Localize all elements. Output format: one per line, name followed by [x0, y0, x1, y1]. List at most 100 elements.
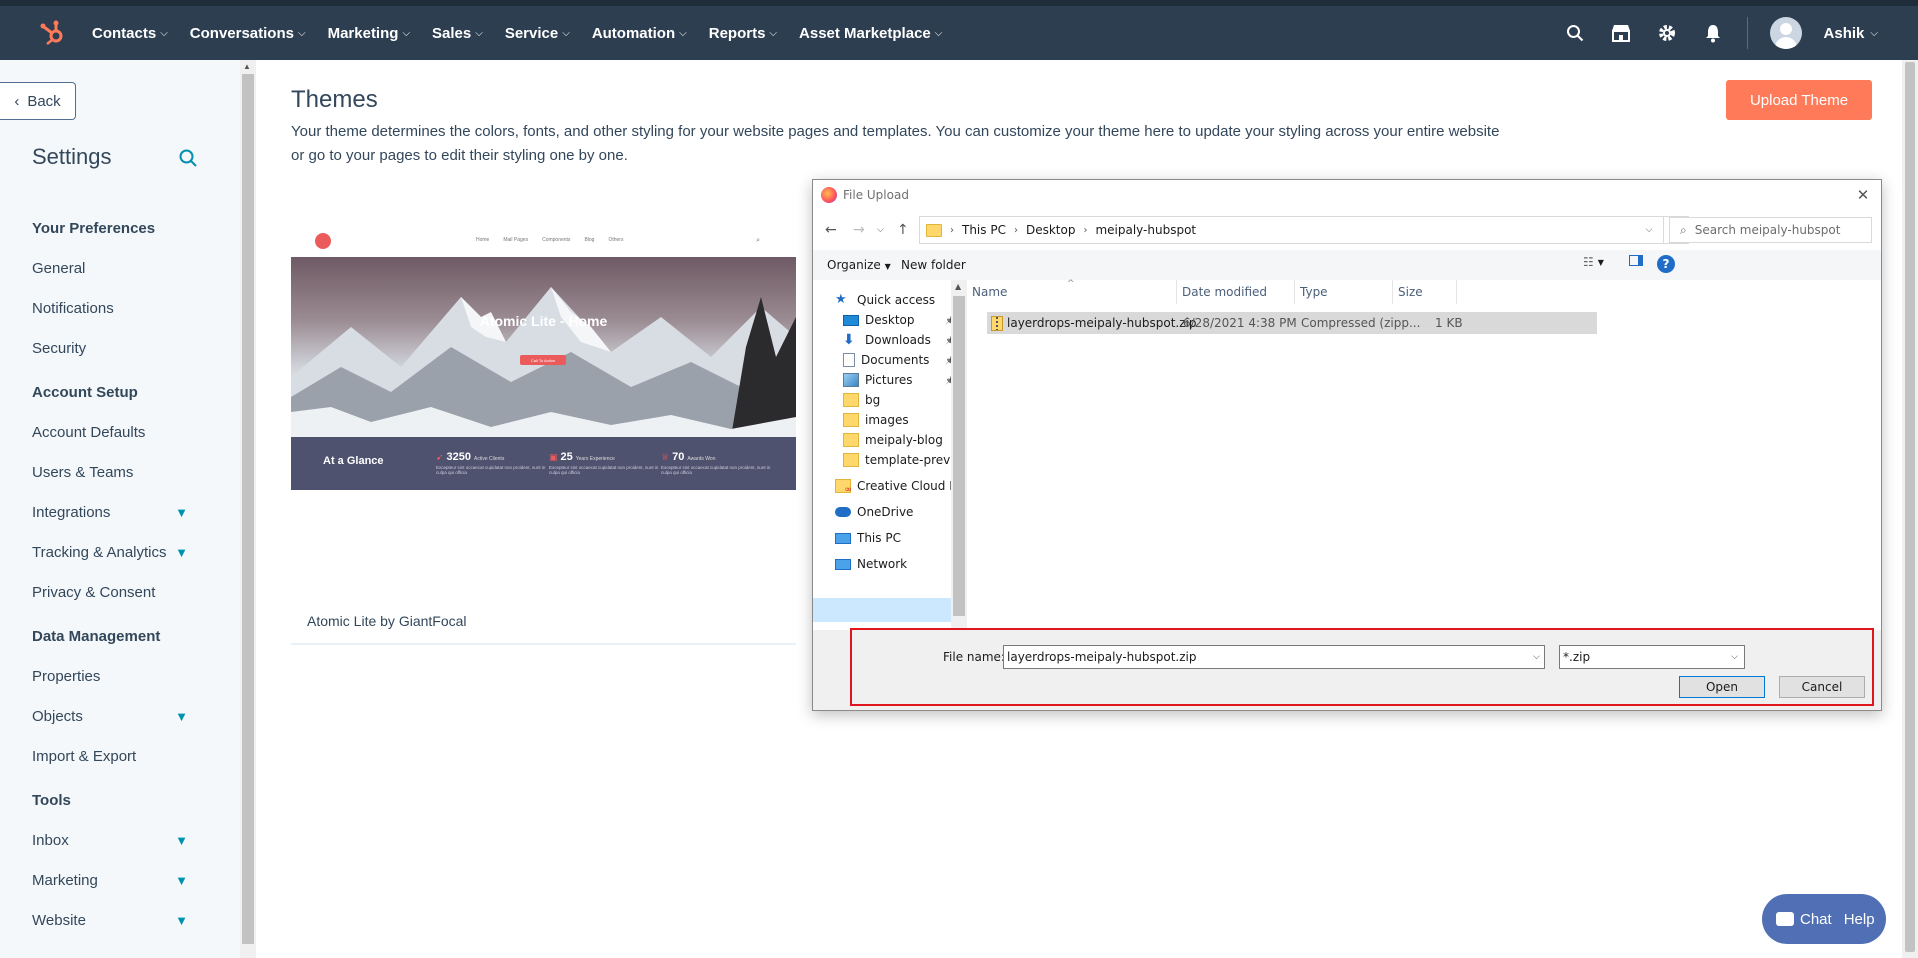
breadcrumb-meipaly-hubspot[interactable]: meipaly-hubspot: [1095, 223, 1196, 237]
nav-automation[interactable]: Automation ⌵: [592, 25, 687, 42]
theme-preview[interactable]: Home Mail Pages Components Blog Others ⌕…: [291, 225, 796, 490]
preview-pane-icon[interactable]: [1629, 255, 1643, 266]
stat-text: Excepteur sint occaecat cupidatat non pr…: [436, 465, 546, 475]
scrollbar-thumb[interactable]: [242, 74, 254, 944]
desktop-icon: [843, 314, 859, 326]
nav-item-template-previe[interactable]: template-previe: [843, 450, 961, 470]
search-icon[interactable]: [1563, 21, 1587, 45]
file-row[interactable]: layerdrops-meipaly-hubspot.zip 6/28/2021…: [987, 312, 1597, 334]
chevron-down-icon[interactable]: ▼: [175, 697, 188, 737]
nav-item-this-pc[interactable]: This PC: [835, 528, 901, 548]
sidebar-item-marketing[interactable]: Marketing ▼: [0, 861, 240, 901]
sidebar-item-privacy-consent[interactable]: Privacy & Consent: [0, 573, 240, 613]
nav-item-meipaly-blog[interactable]: meipaly-blog: [843, 430, 943, 450]
navigation-scrollbar[interactable]: ▲: [951, 280, 967, 630]
nav-service[interactable]: Service ⌵: [505, 25, 570, 42]
back-button[interactable]: ‹ Back: [0, 82, 76, 120]
sidebar-item-properties[interactable]: Properties: [0, 657, 240, 697]
marketplace-icon[interactable]: [1609, 21, 1633, 45]
sidebar-item-objects[interactable]: Objects ▼: [0, 697, 240, 737]
theme-card[interactable]: Home Mail Pages Components Blog Others ⌕…: [291, 225, 796, 645]
address-bar[interactable]: › This PC › Desktop › meipaly-hubspot: [919, 216, 1689, 244]
bell-icon[interactable]: [1701, 21, 1725, 45]
forward-arrow-icon[interactable]: →: [853, 222, 865, 238]
breadcrumb-desktop[interactable]: Desktop: [1026, 223, 1076, 237]
column-header-date-modified[interactable]: Date modified: [1177, 280, 1295, 304]
chevron-down-icon[interactable]: ▼: [175, 493, 188, 533]
recent-locations-chevron-icon[interactable]: ⌵: [877, 225, 884, 235]
help-icon[interactable]: ?: [1657, 255, 1675, 273]
chevron-down-icon[interactable]: ▼: [175, 861, 188, 901]
trophy-icon: ♕: [661, 452, 670, 462]
nav-conversations[interactable]: Conversations ⌵: [190, 25, 306, 42]
back-arrow-icon[interactable]: ←: [825, 222, 837, 238]
section-heading: Tools: [32, 792, 71, 809]
sidebar-scrollbar[interactable]: ▲: [240, 60, 256, 958]
user-menu[interactable]: Ashik ⌵: [1824, 25, 1878, 42]
nav-item-desktop[interactable]: Desktop 📌: [843, 310, 955, 330]
new-folder-button[interactable]: New folder: [901, 258, 966, 272]
sidebar-item-inbox[interactable]: Inbox ▼: [0, 821, 240, 861]
chat-label: Chat: [1800, 910, 1832, 928]
nav-sales[interactable]: Sales ⌵: [432, 25, 483, 42]
column-header-name[interactable]: Name ^: [967, 279, 1177, 304]
upload-theme-button[interactable]: Upload Theme: [1726, 80, 1872, 120]
close-icon[interactable]: ✕: [1853, 185, 1873, 205]
search-input[interactable]: ⌕ Search meipaly-hubspot: [1669, 217, 1872, 243]
avatar[interactable]: [1769, 17, 1802, 49]
sidebar-item-integrations[interactable]: Integrations ▼: [0, 493, 240, 533]
sidebar-item-notifications[interactable]: Notifications: [0, 289, 240, 329]
search-icon[interactable]: [178, 148, 200, 170]
nav-item-network[interactable]: Network: [835, 554, 907, 574]
nav-item-images[interactable]: images: [843, 410, 909, 430]
column-header-type[interactable]: Type: [1295, 280, 1393, 304]
sidebar-item-import-export[interactable]: Import & Export: [0, 737, 240, 777]
view-options-button[interactable]: ☷ ▼: [1583, 255, 1604, 269]
sidebar-item-general[interactable]: General: [0, 249, 240, 289]
dialog-title-bar[interactable]: File Upload ✕: [813, 180, 1881, 210]
nav-marketing[interactable]: Marketing ⌵: [328, 25, 410, 42]
nav-item-label: Creative Cloud Fil: [857, 479, 962, 493]
nav-item-onedrive[interactable]: OneDrive: [835, 502, 913, 522]
hubspot-logo-icon[interactable]: [36, 17, 68, 49]
organize-button[interactable]: Organize ▼: [827, 258, 891, 272]
nav-item-pictures[interactable]: Pictures 📌: [843, 370, 955, 390]
page-scrollbar[interactable]: [1902, 60, 1918, 958]
sidebar-item-tracking-analytics[interactable]: Tracking & Analytics ▼: [0, 533, 240, 573]
scroll-up-arrow-icon[interactable]: ▲: [955, 282, 961, 291]
up-arrow-icon[interactable]: ↑: [897, 222, 909, 238]
preview-nav-link: Others: [608, 237, 624, 243]
sidebar-item-security[interactable]: Security: [0, 329, 240, 369]
chat-widget[interactable]: Chat Help: [1762, 894, 1886, 944]
nav-item-creative-cloud-fil[interactable]: ∞ Creative Cloud Fil: [835, 476, 962, 496]
scrollbar-thumb[interactable]: [1905, 62, 1915, 952]
chevron-down-icon: ⌵: [562, 27, 570, 39]
download-icon: ⬇: [843, 332, 855, 348]
help-button[interactable]: Help: [1832, 894, 1875, 944]
column-header-size[interactable]: Size: [1393, 280, 1457, 304]
nav-item-bg[interactable]: bg: [843, 390, 880, 410]
folder-icon: [843, 413, 859, 427]
nav-item-documents[interactable]: Documents 📌: [843, 350, 955, 370]
folder-icon: [843, 393, 859, 407]
scroll-up-arrow-icon[interactable]: ▲: [243, 62, 251, 71]
gear-icon[interactable]: [1655, 21, 1679, 45]
breadcrumb-this-pc[interactable]: This PC: [962, 223, 1006, 237]
chevron-down-icon[interactable]: ▼: [175, 821, 188, 861]
address-dropdown-icon[interactable]: ⌵: [1637, 216, 1661, 244]
scrollbar-thumb[interactable]: [953, 296, 965, 616]
nav-contacts[interactable]: Contacts ⌵: [92, 25, 168, 42]
sidebar-item-users-teams[interactable]: Users & Teams: [0, 453, 240, 493]
nav-item-downloads[interactable]: ⬇ Downloads 📌: [843, 330, 955, 350]
nav-item-quick-access[interactable]: ★ Quick access: [835, 290, 935, 310]
rocket-icon: ➹: [436, 452, 444, 462]
chevron-down-icon[interactable]: ▼: [175, 901, 188, 941]
chevron-down-icon[interactable]: ▼: [175, 533, 188, 573]
sidebar-item-website[interactable]: Website ▼: [0, 901, 240, 941]
chevron-down-icon: ⌵: [402, 27, 411, 39]
nav-asset-marketplace[interactable]: Asset Marketplace ⌵: [799, 25, 942, 42]
sidebar-item-account-defaults[interactable]: Account Defaults: [0, 413, 240, 453]
nav-reports[interactable]: Reports ⌵: [709, 25, 777, 42]
chat-button[interactable]: Chat: [1762, 894, 1832, 944]
nav-item-label: Pictures: [865, 373, 913, 387]
